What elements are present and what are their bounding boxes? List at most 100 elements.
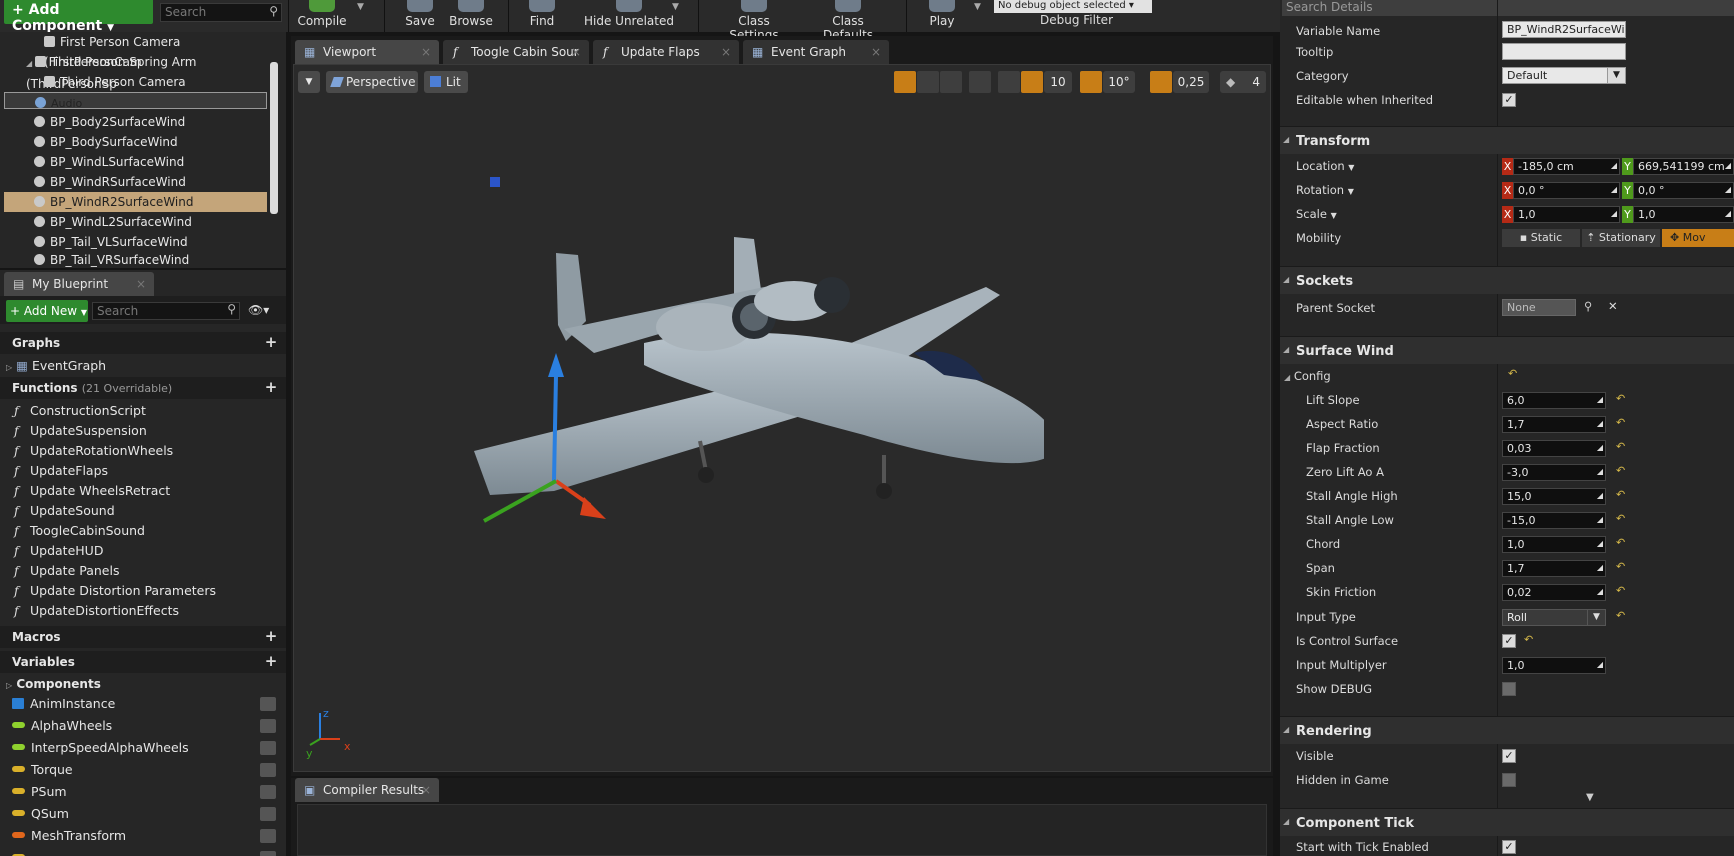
lit-button[interactable]: Lit	[424, 71, 468, 93]
mobility-stationary-button[interactable]: ⇡ Stationary	[1582, 229, 1660, 247]
reset-to-default-icon[interactable]: ↶	[1616, 464, 1625, 477]
variable-name-input[interactable]: BP_WindR2SurfaceWind	[1502, 21, 1626, 38]
class-defaults-button[interactable]: Class Defaults	[806, 0, 890, 42]
scale-x-input[interactable]: 1,0	[1513, 206, 1620, 223]
function-item[interactable]: f UpdateDistortionEffects	[14, 601, 179, 621]
viewport-3d[interactable]: ▼ Perspective Lit 10 10° 0,25 ◆ 4 z x y	[293, 64, 1271, 772]
reset-to-default-icon[interactable]: ↶	[1524, 633, 1533, 646]
class-settings-button[interactable]: Class Settings	[714, 0, 794, 42]
reset-to-default-icon[interactable]: ↶	[1616, 440, 1625, 453]
hide-unrelated-chevron[interactable]: ▼	[672, 2, 679, 12]
function-item[interactable]: ƒ ConstructionScript	[14, 401, 146, 421]
add-component-button[interactable]: + Add Component ▼	[4, 0, 153, 34]
search-details-input[interactable]: Search Details	[1282, 0, 1734, 16]
hide-unrelated-button[interactable]: Hide Unrelated	[574, 0, 684, 32]
reset-to-default-icon[interactable]: ↶	[1616, 536, 1625, 549]
function-item[interactable]: f UpdateSound	[14, 501, 115, 521]
function-item[interactable]: f Update Panels	[14, 561, 119, 581]
tab-update-flaps[interactable]: f Update Flaps ×	[593, 40, 739, 64]
category-dropdown[interactable]: Default ▼	[1502, 67, 1626, 84]
surface-snap-icon[interactable]	[998, 71, 1020, 93]
visibility-toggle-icon[interactable]	[260, 763, 276, 777]
is-control-surface-checkbox[interactable]: ✓	[1502, 634, 1516, 648]
input-multiplyer-input[interactable]: 1,0	[1502, 657, 1606, 674]
reset-to-default-icon[interactable]: ↶	[1616, 392, 1625, 405]
view-options-eye-icon[interactable]: 👁▾	[248, 303, 269, 317]
tooltip-input[interactable]	[1502, 43, 1626, 60]
aircraft-model[interactable]	[444, 225, 1044, 545]
tab-event-graph[interactable]: ▦ Event Graph ×	[743, 40, 889, 64]
hidden-in-game-checkbox[interactable]	[1502, 773, 1516, 787]
browse-button[interactable]: Browse	[446, 0, 496, 32]
visibility-toggle-icon[interactable]	[260, 719, 276, 733]
mobility-movable-button[interactable]: ✥ Mov	[1662, 229, 1734, 247]
scale-y-input[interactable]: 1,0	[1633, 206, 1734, 223]
tree-item-selected[interactable]: BP_WindR2SurfaceWind	[4, 192, 267, 212]
rotation-snap-icon[interactable]	[1080, 71, 1102, 93]
graphs-section-header[interactable]: Graphs +	[0, 332, 286, 354]
tab-compiler-results[interactable]: ▣ Compiler Results ×	[295, 778, 439, 802]
close-icon[interactable]: ×	[721, 40, 731, 64]
editable-inherited-checkbox[interactable]: ✓	[1502, 93, 1516, 107]
visibility-toggle-icon[interactable]	[260, 741, 276, 755]
surface-wind-header[interactable]: Surface Wind	[1280, 336, 1734, 364]
reset-to-default-icon[interactable]: ↶	[1616, 512, 1625, 525]
input-type-dropdown[interactable]: Roll ▼	[1502, 609, 1606, 626]
visible-checkbox[interactable]: ✓	[1502, 749, 1516, 763]
translate-tool-icon[interactable]	[894, 71, 916, 93]
variable-item[interactable]: InterpSpeedAlphaWheels	[12, 737, 282, 759]
tab-viewport[interactable]: ▦ Viewport ×	[295, 40, 439, 64]
variable-item[interactable]: Torque	[12, 759, 282, 781]
scale-tool-icon[interactable]	[940, 71, 962, 93]
reset-to-default-icon[interactable]: ↶	[1616, 488, 1625, 501]
add-function-plus-icon[interactable]: +	[264, 380, 278, 395]
start-with-tick-checkbox[interactable]: ✓	[1502, 840, 1516, 854]
search-icon[interactable]: ⚲	[1584, 299, 1592, 313]
close-icon[interactable]: ×	[136, 272, 146, 296]
world-local-icon[interactable]	[969, 71, 991, 93]
location-x-input[interactable]: -185,0 cm	[1513, 158, 1620, 175]
selected-component-marker[interactable]	[490, 177, 500, 187]
rotation-x-input[interactable]: 0,0 °	[1513, 182, 1620, 199]
tree-scrollbar[interactable]	[270, 62, 278, 214]
reset-to-default-icon[interactable]: ↶	[1616, 609, 1625, 622]
add-graph-plus-icon[interactable]: +	[264, 335, 278, 350]
variable-item[interactable]: QSum	[12, 803, 282, 825]
rotation-snap-value[interactable]: 10°	[1103, 71, 1135, 93]
variables-section-header[interactable]: Variables +	[0, 651, 286, 673]
variable-item[interactable]: MeshTransform	[12, 825, 282, 847]
visibility-toggle-icon[interactable]	[260, 785, 276, 799]
tree-item[interactable]: BP_BodySurfaceWind	[4, 132, 267, 152]
variable-item[interactable]: PSum	[12, 781, 282, 803]
variable-item[interactable]	[12, 847, 282, 856]
viewport-options-chevron[interactable]: ▼	[298, 71, 320, 93]
component-search-input[interactable]: Search ⚲	[160, 3, 282, 22]
graph-item-eventgraph[interactable]: ▷ ▦ EventGraph	[6, 356, 106, 376]
variable-item[interactable]: AnimInstance	[12, 693, 282, 715]
advanced-expand-chevron-icon[interactable]: ▼	[1586, 792, 1594, 803]
config-row[interactable]: ◢ Config ↶	[1280, 364, 1734, 388]
rotation-y-input[interactable]: 0,0 °	[1633, 182, 1734, 199]
tree-item[interactable]: BP_WindRSurfaceWind	[4, 172, 267, 192]
function-item[interactable]: f Update Distortion Parameters	[14, 581, 216, 601]
stall-angle-high-input[interactable]: 15,0	[1502, 488, 1606, 505]
span-input[interactable]: 1,7	[1502, 560, 1606, 577]
perspective-button[interactable]: Perspective	[326, 71, 418, 93]
function-item[interactable]: f UpdateHUD	[14, 541, 103, 561]
clear-icon[interactable]: ✕	[1608, 299, 1618, 313]
aspect-ratio-input[interactable]: 1,7	[1502, 416, 1606, 433]
mobility-static-button[interactable]: ▪ Static	[1502, 229, 1580, 247]
tree-item[interactable]: ◢ Third Person Spring Arm (ThirdPersonSp	[4, 52, 267, 91]
tree-item[interactable]: Third Person Camera (ThirdPersonCam	[4, 72, 267, 109]
function-item[interactable]: f Update WheelsRetract	[14, 481, 170, 501]
tree-item[interactable]: BP_WindLSurfaceWind	[4, 152, 267, 172]
save-button[interactable]: Save	[402, 0, 438, 32]
location-y-input[interactable]: 669,541199 cm	[1633, 158, 1734, 175]
add-variable-plus-icon[interactable]: +	[264, 654, 278, 669]
blueprint-search-input[interactable]: Search ⚲	[92, 302, 240, 320]
add-new-button[interactable]: + Add New ▼	[6, 300, 88, 322]
tree-item[interactable]: BP_Tail_VLSurfaceWind	[4, 232, 267, 252]
visibility-toggle-icon[interactable]	[260, 697, 276, 711]
scale-snap-value[interactable]: 0,25	[1173, 71, 1209, 93]
tree-item[interactable]: BP_Tail_VRSurfaceWind	[4, 252, 267, 268]
